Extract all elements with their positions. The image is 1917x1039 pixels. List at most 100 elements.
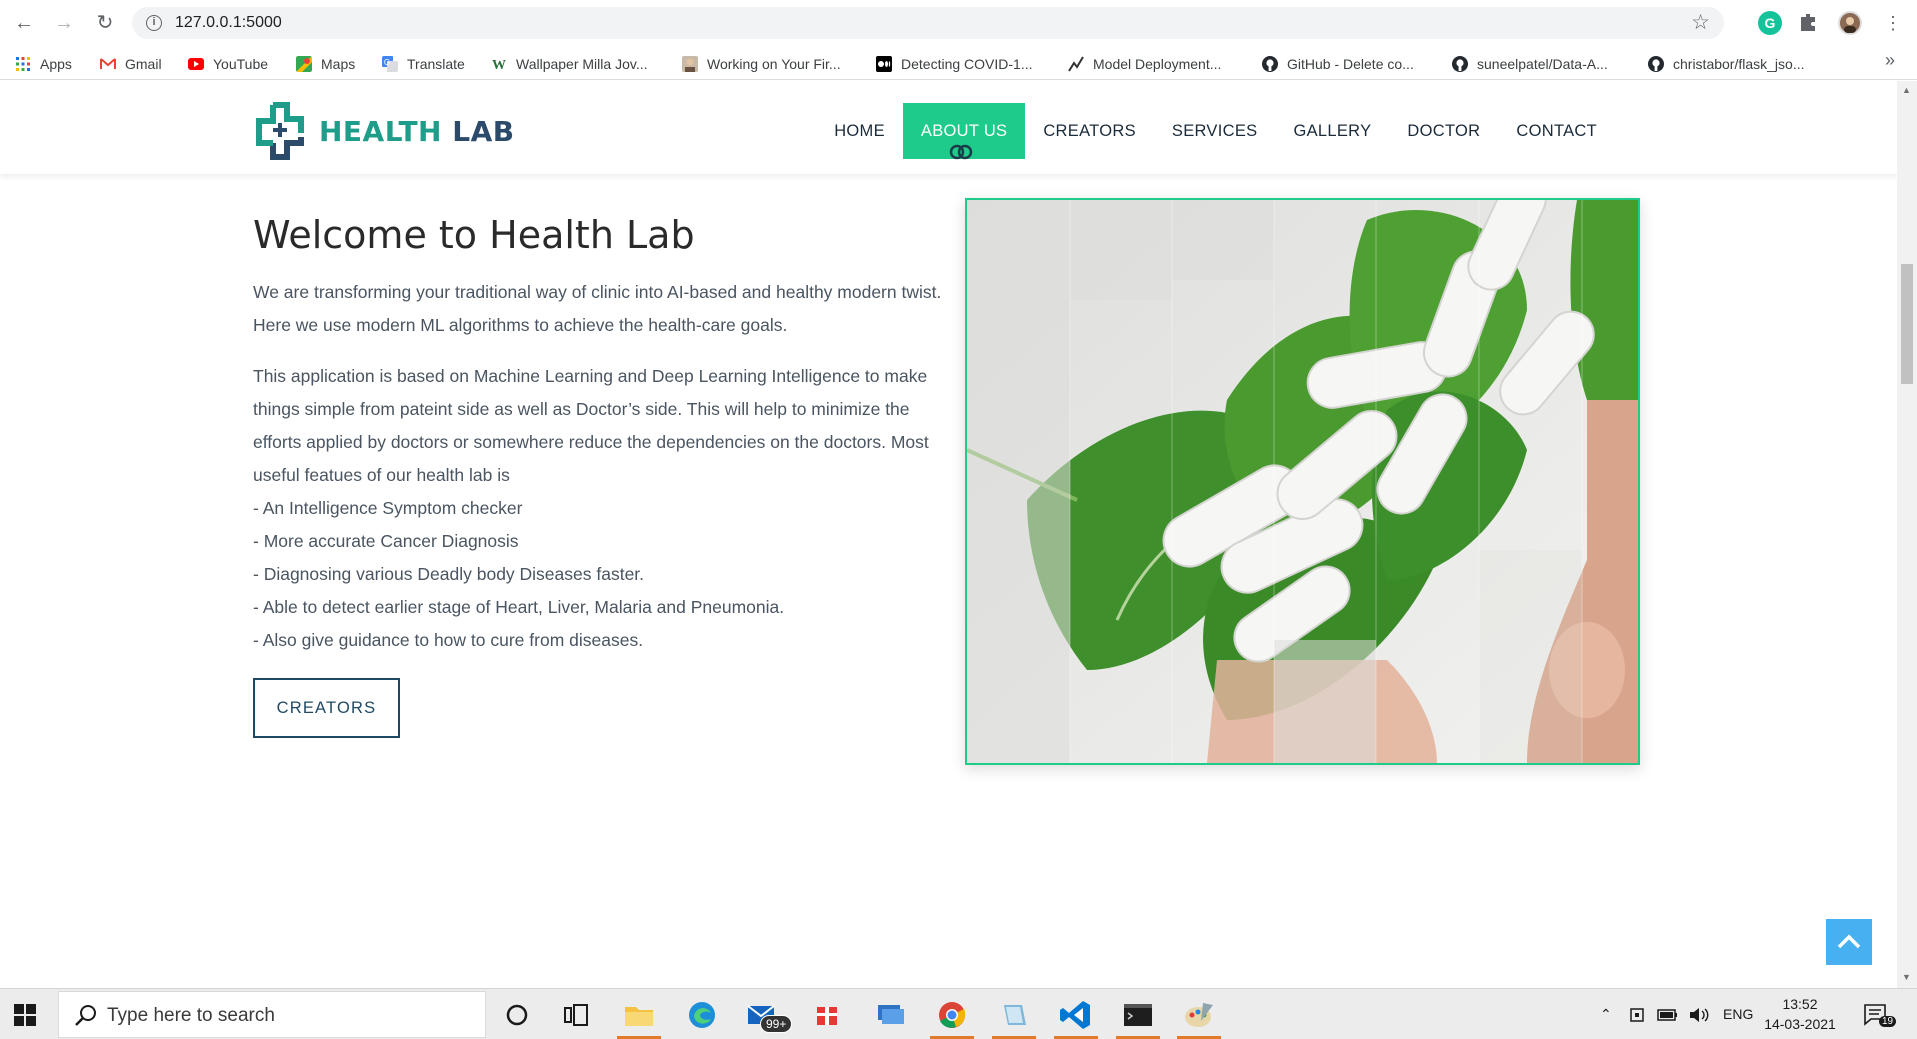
nav-doctor[interactable]: DOCTOR (1389, 103, 1498, 159)
chevron-up-icon (1837, 934, 1861, 949)
edge-browser-icon[interactable] (684, 997, 720, 1033)
taskbar-clock[interactable]: 13:52 14-03-2021 (1764, 994, 1836, 1034)
bookmark-covid[interactable]: Detecting COVID-1... (876, 54, 1033, 74)
creators-button[interactable]: CREATORS (253, 678, 400, 738)
notification-count-badge: 19 (1879, 1016, 1897, 1027)
profile-avatar[interactable] (1838, 11, 1862, 35)
taskbar-search-input[interactable]: Type here to search (58, 991, 486, 1038)
file-explorer-icon[interactable] (621, 997, 657, 1033)
feature-item: - Also give guidance to how to cure from… (253, 630, 644, 650)
github-icon (1262, 56, 1278, 72)
paint-icon[interactable] (1181, 997, 1217, 1033)
nav-about-us-label: ABOUT US (920, 122, 1008, 140)
language-indicator[interactable]: ENG (1723, 989, 1753, 1039)
windows-taskbar: Type here to search 99+ ⌃ ENG 13:52 14-0… (0, 988, 1917, 1039)
features-paragraph: This application is based on Machine Lea… (253, 360, 943, 657)
chrome-menu-icon[interactable]: ⋮ (1880, 10, 1906, 36)
bookmark-apps[interactable]: Apps (15, 54, 72, 74)
feature-item: - Diagnosing various Deadly body Disease… (253, 564, 645, 584)
pills-leaf-image (965, 198, 1640, 765)
back-to-top-button[interactable] (1826, 919, 1872, 965)
feature-item: - Able to detect earlier stage of Heart,… (253, 597, 785, 617)
windows-start-icon[interactable] (14, 1004, 36, 1026)
wallpaper-icon: W (492, 58, 506, 72)
bookmark-youtube[interactable]: YouTube (188, 54, 268, 74)
chart-line-icon (1068, 56, 1084, 72)
site-info-icon[interactable]: i (146, 15, 162, 31)
apps-grid-icon (16, 57, 30, 71)
main-nav: HOME ABOUT US CREATORS SERVICES GALLERY … (816, 103, 1615, 160)
bookmark-label: Apps (40, 56, 72, 72)
medical-cross-icon (256, 102, 304, 160)
bookmark-working[interactable]: Working on Your Fir... (682, 54, 841, 74)
logo-word-health: HEALTH (319, 114, 442, 148)
nav-creators[interactable]: CREATORS (1025, 103, 1154, 159)
browser-toolbar: ← → ↻ i 127.0.0.1:5000 ☆ G ⋮ (0, 0, 1917, 46)
tray-overflow-icon[interactable]: ⌃ (1600, 989, 1612, 1039)
bookmark-translate[interactable]: G Translate (382, 54, 465, 74)
meet-now-icon[interactable] (1629, 1006, 1647, 1024)
remote-desktop-icon[interactable] (872, 997, 908, 1033)
site-logo[interactable]: HEALTH LAB (253, 101, 515, 161)
bookmark-gmail[interactable]: Gmail (100, 54, 162, 74)
nav-about-us[interactable]: ABOUT US (902, 103, 1026, 160)
volume-icon[interactable] (1688, 1006, 1710, 1024)
gift-app-icon[interactable] (809, 997, 845, 1033)
bookmark-star-icon[interactable]: ☆ (1691, 10, 1710, 35)
bookmark-label: YouTube (213, 56, 269, 72)
scroll-thumb[interactable] (1901, 264, 1913, 384)
bookmark-label: GitHub - Delete co... (1287, 56, 1414, 72)
svg-text:G: G (1765, 15, 1776, 31)
svg-text:G: G (384, 58, 390, 67)
task-view-icon[interactable] (558, 997, 594, 1033)
page-title: Welcome to Health Lab (253, 213, 695, 257)
maps-icon (296, 56, 312, 72)
bookmark-label: Maps (321, 56, 356, 72)
nav-home[interactable]: HOME (816, 103, 903, 159)
chrome-icon[interactable] (934, 997, 970, 1033)
features-intro: This application is based on Machine Lea… (253, 366, 929, 485)
vscode-icon[interactable] (1058, 997, 1094, 1033)
forward-arrow-icon[interactable]: → (51, 10, 77, 36)
scroll-up-arrow-icon[interactable]: ▲ (1902, 85, 1911, 95)
nav-contact[interactable]: CONTACT (1498, 103, 1615, 159)
bookmark-label: Translate (407, 56, 465, 72)
bookmark-model-deployment[interactable]: Model Deployment... (1068, 54, 1221, 74)
battery-icon[interactable] (1657, 1007, 1679, 1023)
feature-item: - More accurate Cancer Diagnosis (253, 531, 519, 551)
nav-gallery[interactable]: GALLERY (1275, 103, 1389, 159)
scroll-down-arrow-icon[interactable]: ▼ (1902, 972, 1911, 982)
cortana-icon[interactable] (499, 997, 535, 1033)
back-arrow-icon[interactable]: ← (11, 10, 37, 36)
bookmarks-bar: Apps Gmail YouTube Maps G Translate W Wa… (0, 46, 1917, 80)
notepad-app-icon[interactable] (996, 997, 1032, 1033)
bookmark-wallpaper[interactable]: W Wallpaper Milla Jov... (491, 54, 647, 74)
grammarly-icon[interactable]: G (1758, 11, 1782, 35)
clock-time: 13:52 (1782, 996, 1818, 1012)
bookmark-label: Working on Your Fir... (707, 56, 841, 72)
link-select-cursor-icon (949, 144, 973, 160)
bookmark-label: suneelpatel/Data-A... (1477, 56, 1608, 72)
reload-icon[interactable]: ↻ (92, 10, 118, 36)
bookmark-github-delete[interactable]: GitHub - Delete co... (1262, 54, 1414, 74)
logo-word-lab: LAB (452, 114, 515, 148)
bookmark-suneelpatel[interactable]: suneelpatel/Data-A... (1452, 54, 1608, 74)
page-scrollbar[interactable]: ▲ ▼ (1897, 81, 1917, 988)
nav-services[interactable]: SERVICES (1154, 103, 1276, 159)
extensions-puzzle-icon[interactable] (1797, 11, 1821, 35)
screen: ← → ↻ i 127.0.0.1:5000 ☆ G ⋮ Apps Gmail … (0, 0, 1917, 1039)
bookmarks-overflow-icon[interactable]: » (1885, 50, 1895, 71)
terminal-icon[interactable] (1120, 997, 1156, 1033)
bookmark-christabor[interactable]: christabor/flask_jso... (1648, 54, 1805, 74)
bookmark-maps[interactable]: Maps (296, 54, 355, 74)
address-bar[interactable]: i 127.0.0.1:5000 ☆ (132, 7, 1724, 39)
bookmark-label: Detecting COVID-1... (901, 56, 1033, 72)
youtube-icon (188, 58, 204, 70)
site-header: HEALTH LAB HOME ABOUT US CREATORS SERVIC… (0, 81, 1897, 174)
gmail-icon (100, 58, 116, 69)
mail-badge: 99+ (760, 1015, 793, 1033)
url-text: 127.0.0.1:5000 (175, 14, 282, 31)
github-icon (1452, 56, 1468, 72)
logo-text: HEALTH LAB (319, 115, 515, 148)
svg-text:W: W (492, 58, 506, 72)
